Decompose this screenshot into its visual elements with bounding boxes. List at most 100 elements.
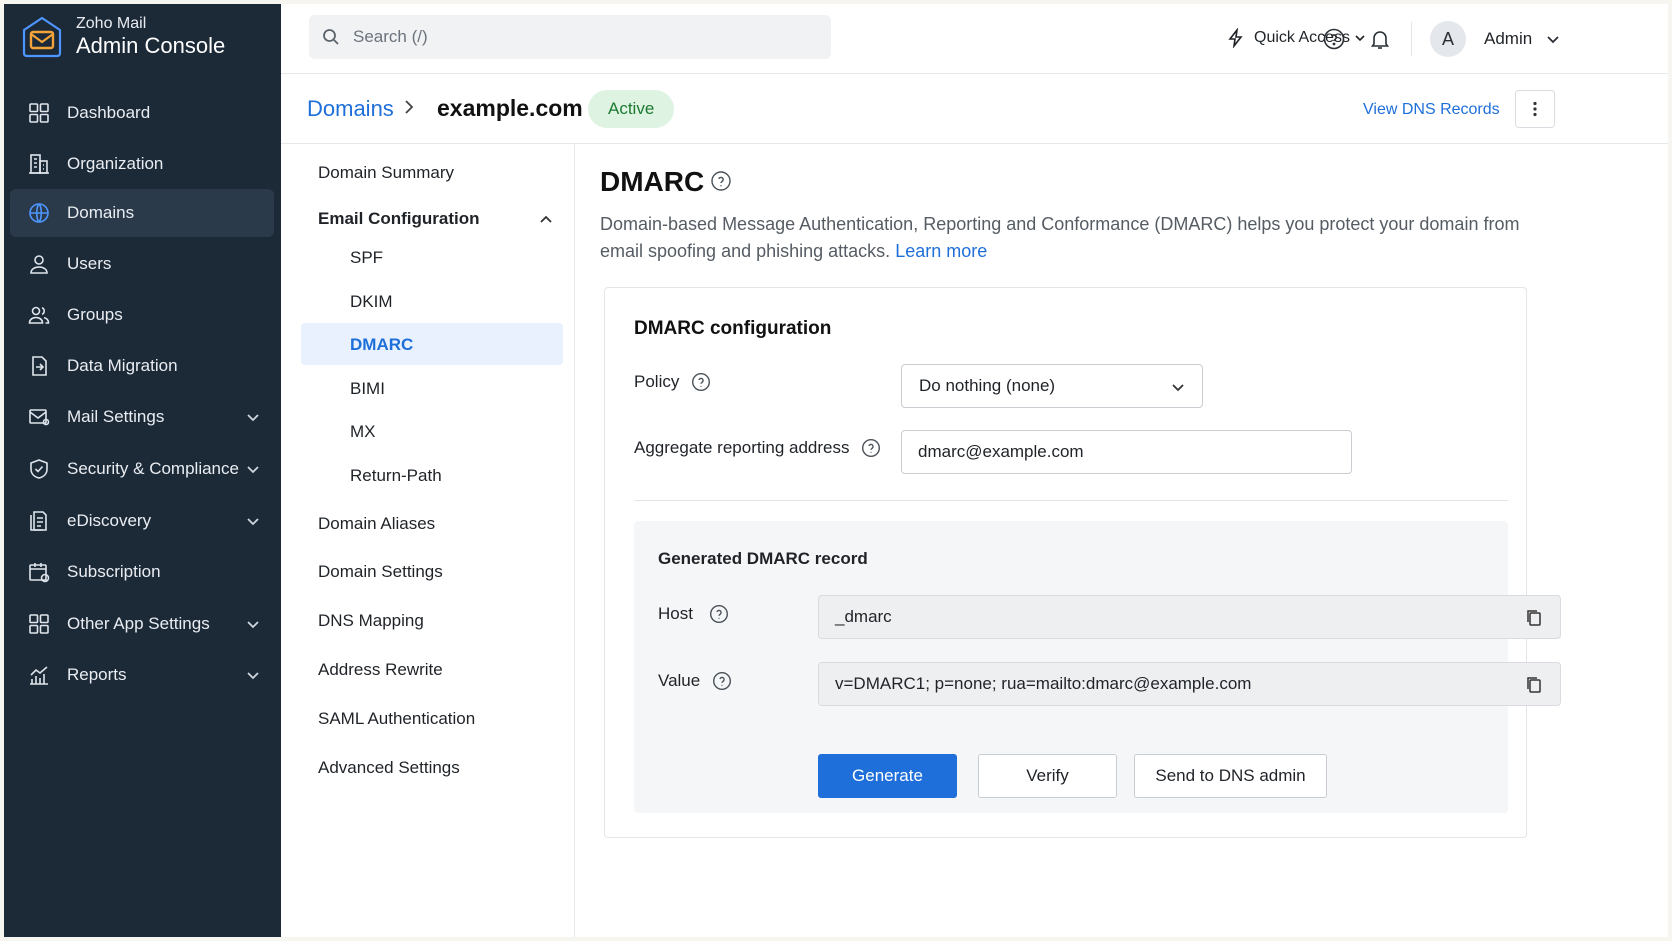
- search-bar[interactable]: [309, 15, 831, 59]
- value-label: Value: [658, 671, 732, 691]
- sidebar-item-label: Reports: [67, 665, 127, 684]
- aggregate-label: Aggregate reporting address: [634, 438, 881, 458]
- sidebar-item-label: Security & Compliance: [67, 459, 239, 478]
- sidebar: Zoho Mail Admin Console Dashboard Organi…: [4, 4, 281, 937]
- topbar: Quick Access A Admin: [281, 4, 1668, 74]
- subnav-dkim[interactable]: DKIM: [350, 292, 393, 312]
- sidebar-item-security-compliance[interactable]: Security & Compliance: [10, 445, 274, 493]
- value-field[interactable]: v=DMARC1; p=none; rua=mailto:dmarc@examp…: [818, 662, 1561, 706]
- user-menu[interactable]: Admin: [1484, 29, 1560, 49]
- page-title: DMARC: [600, 166, 705, 197]
- sidebar-item-label: eDiscovery: [67, 511, 152, 530]
- avatar[interactable]: A: [1430, 21, 1466, 57]
- subnav-saml-authentication[interactable]: SAML Authentication: [318, 709, 475, 729]
- aggregate-reporting-field[interactable]: [901, 430, 1352, 474]
- generated-record-panel: Generated DMARC record Host _dmarc Value…: [634, 521, 1561, 813]
- sidebar-item-ediscovery[interactable]: eDiscovery: [10, 497, 274, 545]
- grid-icon: [29, 614, 49, 634]
- host-label: Host: [658, 604, 729, 624]
- page-header: Domains example.com Active View DNS Reco…: [281, 74, 1668, 144]
- chevron-down-icon: [1172, 384, 1184, 392]
- dmarc-content: DMARC Domain-based Message Authenticatio…: [576, 144, 1668, 937]
- host-value: _dmarc: [835, 607, 892, 626]
- chart-icon: [30, 666, 48, 685]
- globe-icon: [29, 203, 49, 223]
- lightning-icon: [1228, 28, 1243, 48]
- subnav-return-path[interactable]: Return-Path: [350, 466, 442, 486]
- sidebar-item-domains[interactable]: Domains: [10, 189, 274, 237]
- subnav-domain-aliases[interactable]: Domain Aliases: [318, 514, 435, 534]
- sidebar-item-data-migration[interactable]: Data Migration: [10, 342, 274, 390]
- user-name: Admin: [1484, 29, 1533, 48]
- chevron-down-icon: [1547, 36, 1559, 44]
- breadcrumb-domains-link[interactable]: Domains: [307, 96, 394, 122]
- dmarc-config-card: DMARC configuration Policy Do nothing (n…: [604, 287, 1561, 838]
- card-title: DMARC configuration: [634, 318, 832, 339]
- subnav-dmarc[interactable]: DMARC: [350, 335, 413, 355]
- dashboard-grid-icon: [29, 103, 49, 123]
- policy-select-value: Do nothing (none): [919, 376, 1056, 395]
- subnav-spf[interactable]: SPF: [350, 248, 383, 268]
- sidebar-item-subscription[interactable]: Subscription: [10, 548, 274, 596]
- more-options-button[interactable]: [1515, 90, 1555, 128]
- copy-icon: [1527, 610, 1541, 626]
- topbar-divider: [1411, 22, 1412, 56]
- brand[interactable]: Zoho Mail Admin Console: [20, 15, 225, 59]
- mail-gear-icon: [29, 409, 50, 426]
- sidebar-item-users[interactable]: Users: [10, 240, 274, 288]
- view-dns-records-link[interactable]: View DNS Records: [1363, 101, 1500, 119]
- search-input[interactable]: [353, 27, 773, 47]
- sidebar-item-dashboard[interactable]: Dashboard: [10, 89, 274, 137]
- copy-host-button[interactable]: [1524, 608, 1544, 628]
- status-badge: Active: [588, 90, 675, 128]
- sidebar-item-organization[interactable]: Organization: [10, 140, 274, 188]
- users-icon: [28, 306, 50, 324]
- aggregate-label-text: Aggregate reporting address: [634, 438, 850, 457]
- copy-value-button[interactable]: [1524, 675, 1544, 695]
- sidebar-item-mail-settings[interactable]: Mail Settings: [10, 393, 274, 441]
- subnav-advanced-settings[interactable]: Advanced Settings: [318, 758, 460, 778]
- sidebar-item-label: Data Migration: [67, 356, 178, 375]
- sidebar-item-label: Groups: [67, 305, 123, 324]
- subnav-address-rewrite[interactable]: Address Rewrite: [318, 660, 443, 680]
- breadcrumb-current: example.com: [437, 95, 583, 121]
- host-field[interactable]: _dmarc: [818, 595, 1561, 639]
- verify-button[interactable]: Verify: [978, 754, 1117, 798]
- learn-more-link[interactable]: Learn more: [895, 241, 987, 261]
- subnav-dns-mapping[interactable]: DNS Mapping: [318, 611, 424, 631]
- help-circle-icon[interactable]: [861, 438, 881, 458]
- chevron-right-icon: [405, 100, 414, 114]
- help-circle-icon[interactable]: [712, 671, 732, 691]
- subnav-mx[interactable]: MX: [350, 422, 376, 442]
- help-circle-icon[interactable]: [709, 604, 729, 624]
- chevron-down-icon: [247, 414, 259, 422]
- description-text: Domain-based Message Authentication, Rep…: [600, 214, 1520, 261]
- subnav-domain-settings[interactable]: Domain Settings: [318, 562, 443, 582]
- sidebar-item-label: Users: [67, 254, 112, 273]
- sidebar-item-reports[interactable]: Reports: [10, 651, 274, 699]
- subnav-active-highlight: [301, 323, 563, 365]
- help-circle-icon[interactable]: [691, 372, 711, 392]
- generate-button[interactable]: Generate: [818, 754, 957, 798]
- help-circle-icon[interactable]: [710, 170, 732, 192]
- subnav-bimi[interactable]: BIMI: [350, 379, 385, 399]
- more-vertical-icon: [1533, 101, 1537, 117]
- subnav-email-configuration[interactable]: Email Configuration: [318, 209, 480, 229]
- send-to-dns-admin-button[interactable]: Send to DNS admin: [1134, 754, 1327, 798]
- chevron-down-icon: [247, 672, 259, 680]
- subnav-domain-summary[interactable]: Domain Summary: [318, 163, 454, 183]
- migration-icon: [32, 356, 47, 376]
- sidebar-item-other-app-settings[interactable]: Other App Settings: [10, 600, 274, 648]
- bell-icon: [1370, 31, 1390, 49]
- sidebar-item-groups[interactable]: Groups: [10, 291, 274, 339]
- host-label-text: Host: [658, 604, 693, 623]
- notifications-button[interactable]: [1368, 27, 1392, 51]
- chevron-down-icon: [247, 466, 259, 474]
- chevron-up-icon[interactable]: [539, 213, 553, 227]
- calendar-icon: [29, 563, 50, 583]
- sidebar-item-label: Mail Settings: [67, 407, 165, 426]
- help-button[interactable]: [1322, 27, 1346, 51]
- zoho-mail-logo-icon: [22, 16, 62, 58]
- domain-subnav: Domain Summary Email Configuration SPF D…: [281, 144, 575, 937]
- policy-select[interactable]: Do nothing (none): [901, 364, 1203, 408]
